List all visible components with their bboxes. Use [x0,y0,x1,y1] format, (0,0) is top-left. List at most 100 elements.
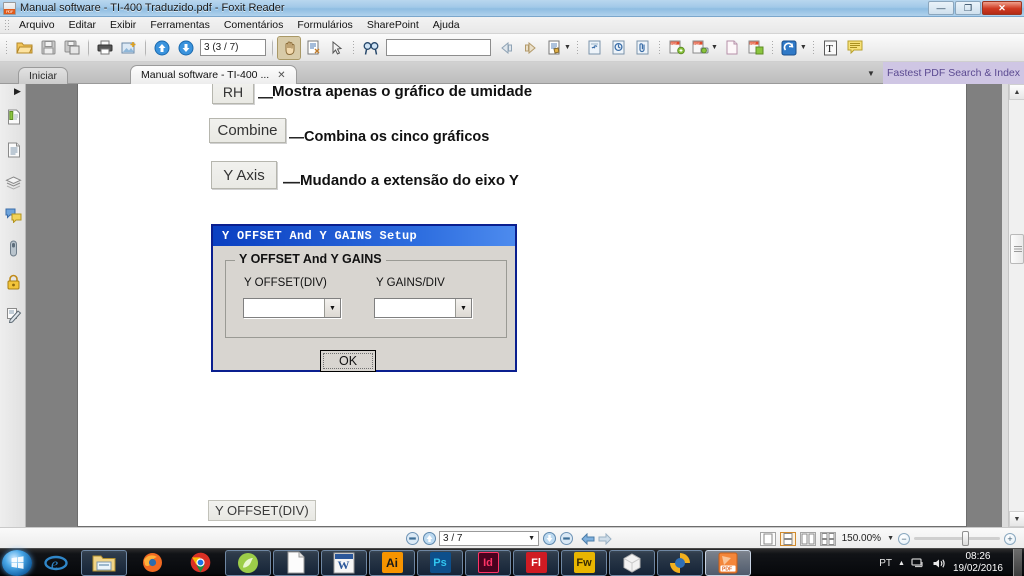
note-icon[interactable] [844,37,866,59]
spelling-icon[interactable] [779,37,801,59]
previous-page-icon[interactable] [151,37,173,59]
taskbar-adobe-indesign[interactable]: Id [465,549,511,576]
attachments-panel-icon[interactable] [3,238,24,259]
start-button[interactable] [2,549,32,576]
show-hidden-icons-button[interactable]: ▲ [898,560,905,567]
close-button[interactable]: ✕ [982,1,1022,15]
menu-editar[interactable]: Editar [62,18,103,32]
toolbar-drag-handle[interactable] [575,39,580,56]
next-view-icon[interactable] [598,532,612,546]
search-input[interactable] [386,39,491,56]
scroll-up-button[interactable]: ▲ [1009,84,1024,100]
signatures-panel-icon[interactable] [3,304,24,325]
taskbar-internet-explorer[interactable]: e [33,550,79,576]
zoom-in-button[interactable]: + [1004,532,1016,545]
menu-sharepoint[interactable]: SharePoint [360,18,426,32]
menu-ferramentas[interactable]: Ferramentas [143,18,217,32]
language-indicator[interactable]: PT [879,558,892,569]
next-view-icon[interactable] [519,37,541,59]
zoom-slider-knob[interactable] [962,531,969,546]
chevron-down-icon[interactable]: ▼ [859,69,883,78]
menu-drag-handle[interactable] [4,19,9,31]
minimize-button[interactable]: — [928,1,954,15]
scrollbar-thumb[interactable] [1010,234,1024,264]
typewriter-dropdown-caret[interactable]: ▼ [564,44,571,51]
network-icon[interactable] [911,557,926,570]
attach-file-icon[interactable] [632,37,654,59]
menu-exibir[interactable]: Exibir [103,18,143,32]
previous-page-icon[interactable] [422,532,436,546]
pdf-export-icon[interactable]: PDF [745,37,767,59]
maximize-button[interactable]: ❐ [955,1,981,15]
toolbar-drag-handle[interactable] [770,39,775,56]
chevron-down-icon[interactable]: ▼ [887,535,894,542]
zoom-level-value[interactable]: 150.00% [842,533,881,544]
taskbar-adobe-fireworks[interactable]: Fw [561,549,607,576]
first-page-icon[interactable] [405,532,419,546]
bookmarks-panel-icon[interactable] [3,106,24,127]
volume-icon[interactable] [932,557,947,570]
typewriter-icon[interactable] [543,37,565,59]
select-text-icon[interactable] [302,37,324,59]
find-icon[interactable] [360,37,382,59]
spelling-dropdown-caret[interactable]: ▼ [800,44,807,51]
taskbar-sketchup[interactable] [609,549,655,576]
next-page-icon[interactable] [542,532,556,546]
next-page-icon[interactable] [175,37,197,59]
layers-panel-icon[interactable] [3,172,24,193]
last-page-icon[interactable] [559,532,573,546]
taskbar-foxit-phantompdf[interactable] [657,549,703,576]
continuous-facing-view-button[interactable] [819,531,836,546]
stamp-icon[interactable] [608,37,630,59]
previous-view-icon[interactable] [581,532,595,546]
pdf-from-scanner-icon[interactable]: PDF [690,37,712,59]
comments-panel-icon[interactable] [3,205,24,226]
blank-page-icon[interactable] [721,37,743,59]
taskbar-foxit-reader[interactable]: PDF [705,549,751,576]
facing-view-button[interactable] [799,531,816,546]
taskbar-chrome[interactable] [177,550,223,576]
taskbar-firefox[interactable] [129,550,175,576]
snapshot-icon[interactable] [118,37,140,59]
clock[interactable]: 08:26 19/02/2016 [953,551,1003,575]
menu-arquivo[interactable]: Arquivo [12,18,62,32]
save-as-icon[interactable] [61,37,83,59]
page-number-input[interactable]: 3 (3 / 7) [200,39,266,56]
zoom-slider[interactable] [914,531,1000,546]
create-pdf-icon[interactable]: PDF [666,37,688,59]
taskbar-libreoffice-writer[interactable] [273,549,319,576]
taskbar-adobe-illustrator[interactable]: Ai [369,549,415,576]
document-vertical-scrollbar[interactable]: ▲ ▼ [1008,84,1024,527]
tab-manual-software[interactable]: Manual software - TI-400 ... ✕ [130,65,297,84]
toolbar-drag-handle[interactable] [657,39,662,56]
taskbar-adobe-photoshop[interactable]: Ps [417,549,463,576]
menu-formularios[interactable]: Formulários [290,18,359,32]
continuous-view-button[interactable] [779,531,796,546]
create-pdf-dropdown-caret[interactable]: ▼ [711,44,718,51]
previous-view-icon[interactable] [495,37,517,59]
close-icon[interactable]: ✕ [277,70,285,81]
security-panel-icon[interactable] [3,271,24,292]
toolbar-drag-handle[interactable] [811,39,816,56]
fastest-pdf-search-promo[interactable]: Fastest PDF Search & Index [882,62,1024,84]
document-view[interactable]: RH — Mostra apenas o gráfico de umidade … [26,84,1008,527]
zoom-out-button[interactable]: − [898,532,910,545]
tab-iniciar[interactable]: Iniciar [18,67,69,84]
page-number-field[interactable]: 3 / 7 ▼ [439,531,539,546]
taskbar-foxit-phantom[interactable] [225,549,271,576]
print-icon[interactable] [94,37,116,59]
toolbar-drag-handle[interactable] [5,39,9,56]
pages-thumbnails-panel-icon[interactable] [3,139,24,160]
menu-comentarios[interactable]: Comentários [217,18,291,32]
select-annotation-icon[interactable] [326,37,348,59]
save-icon[interactable] [37,37,59,59]
show-desktop-button[interactable] [1013,549,1022,576]
chevron-down-icon[interactable]: ▼ [528,535,535,542]
taskbar-windows-explorer[interactable] [81,549,127,576]
open-file-icon[interactable] [13,37,35,59]
toolbar-drag-handle[interactable] [352,39,356,56]
single-page-view-button[interactable] [759,531,776,546]
expand-panel-icon[interactable]: ▶ [14,86,21,97]
text-box-icon[interactable]: T [820,37,842,59]
scroll-down-button[interactable]: ▼ [1009,511,1024,527]
